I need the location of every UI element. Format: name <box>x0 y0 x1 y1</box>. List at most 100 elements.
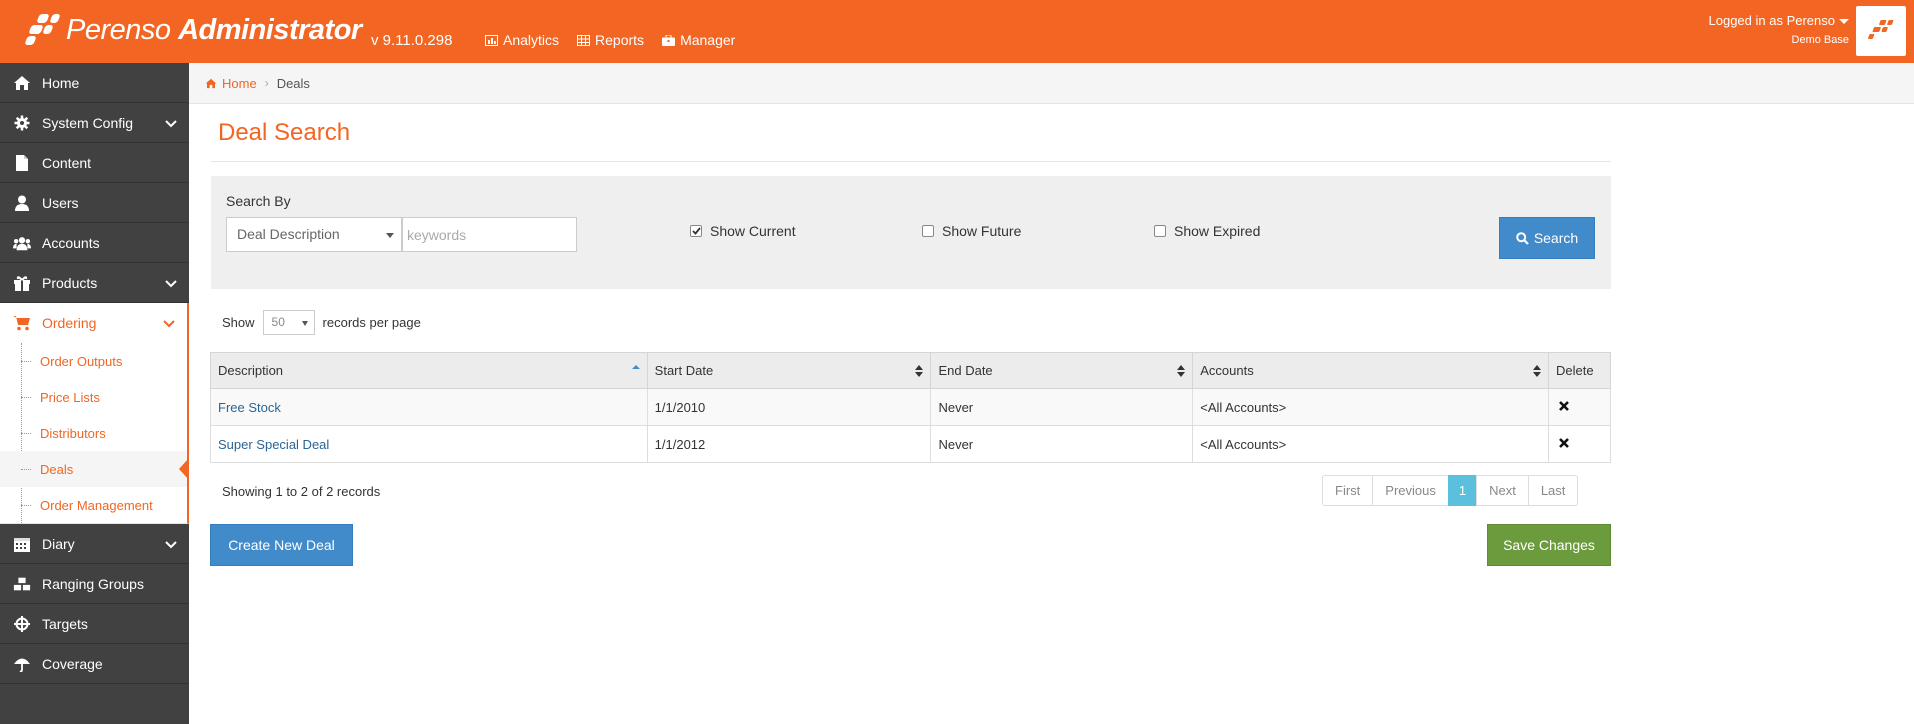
create-new-deal-button[interactable]: Create New Deal <box>210 524 353 566</box>
sidebar-item-label: Products <box>42 274 98 291</box>
header-label: End Date <box>938 363 993 378</box>
checkbox-box[interactable] <box>1154 225 1166 237</box>
column-header-accounts[interactable]: Accounts <box>1192 352 1549 389</box>
show-future-label: Show Future <box>942 223 1022 239</box>
records-per-page-value: 50 <box>271 315 285 329</box>
breadcrumb-home-label: Home <box>222 75 257 91</box>
sidebar-item-system-config[interactable]: System Config <box>0 103 189 143</box>
save-changes-button[interactable]: Save Changes <box>1487 524 1611 566</box>
breadcrumb-home[interactable]: Home <box>205 76 257 91</box>
deal-link[interactable]: Super Special Deal <box>218 437 329 452</box>
briefcase-icon <box>662 34 676 46</box>
checkbox-box[interactable] <box>922 225 934 237</box>
column-header-start-date[interactable]: Start Date <box>646 352 932 389</box>
show-current-checkbox[interactable]: Show Current <box>690 223 796 239</box>
header-label: Start Date <box>654 363 714 378</box>
sidebar-item-label: Ranging Groups <box>42 575 144 592</box>
pager-page-1[interactable]: 1 <box>1447 475 1478 506</box>
show-future-checkbox[interactable]: Show Future <box>922 223 1021 239</box>
sidebar-item-ordering[interactable]: Ordering <box>0 303 189 343</box>
column-header-end-date[interactable]: End Date <box>930 352 1194 389</box>
version-label: v 9.11.0.298 <box>371 32 453 49</box>
pager-previous[interactable]: Previous <box>1372 475 1449 506</box>
search-button-label: Search <box>1533 230 1579 246</box>
pagination: First Previous 1 Next Last <box>1322 475 1579 506</box>
table-header-row: Description Start Date End Date Accounts… <box>210 352 1612 389</box>
subitem-label: Distributors <box>40 425 106 441</box>
sidebar-item-content[interactable]: Content <box>0 143 189 183</box>
sidebar-item-users[interactable]: Users <box>0 183 189 223</box>
page-title: Deal Search <box>218 119 351 146</box>
show-expired-checkbox[interactable]: Show Expired <box>1154 223 1260 239</box>
caret-down-icon <box>386 233 394 238</box>
nav-analytics-label: Analytics <box>503 32 560 48</box>
show-expired-label: Show Expired <box>1174 223 1261 239</box>
gift-icon <box>14 276 30 291</box>
sidebar-item-home[interactable]: Home <box>0 63 189 103</box>
sidebar-item-label: Targets <box>42 615 88 632</box>
sidebar-item-label: Home <box>42 74 80 91</box>
table-row: Free Stock 1/1/2010 Never <All Accounts> <box>210 388 1612 426</box>
cell-start-date: 1/1/2010 <box>646 388 932 426</box>
column-header-description[interactable]: Description <box>210 352 648 389</box>
chart-icon <box>485 34 498 46</box>
delete-icon[interactable] <box>1558 437 1570 449</box>
brand-name: Perenso <box>66 13 171 46</box>
breadcrumb-separator-icon: › <box>264 76 269 90</box>
crosshairs-icon <box>14 616 30 632</box>
sidebar-subitem-order-management[interactable]: Order Management <box>0 487 187 523</box>
cell-delete <box>1547 388 1612 426</box>
sidebar-item-coverage[interactable]: Coverage <box>0 644 189 684</box>
sidebar-subitem-deals[interactable]: Deals <box>0 451 189 487</box>
sidebar-item-targets[interactable]: Targets <box>0 604 189 644</box>
keywords-input[interactable] <box>402 217 577 252</box>
cell-start-date: 1/1/2012 <box>646 425 932 463</box>
check-icon <box>691 227 701 235</box>
perenso-logo-icon <box>24 12 64 48</box>
subitem-label: Deals <box>40 461 74 477</box>
nav-reports[interactable]: Reports <box>577 32 644 48</box>
sort-icon <box>915 365 924 377</box>
pager-next[interactable]: Next <box>1476 475 1529 506</box>
chevron-down-icon <box>165 280 177 288</box>
top-nav: Analytics Reports Manager <box>485 32 735 48</box>
sidebar-item-ranging-groups[interactable]: Ranging Groups <box>0 564 189 604</box>
gear-icon <box>14 115 30 131</box>
pager-last[interactable]: Last <box>1527 475 1579 506</box>
sidebar-subitem-order-outputs[interactable]: Order Outputs <box>0 343 187 379</box>
deal-link[interactable]: Free Stock <box>218 400 281 415</box>
sidebar-item-label: Accounts <box>42 234 100 251</box>
delete-icon[interactable] <box>1558 400 1570 412</box>
sidebar-subitem-price-lists[interactable]: Price Lists <box>0 379 187 415</box>
pager-first[interactable]: First <box>1322 475 1374 506</box>
file-icon <box>16 155 28 171</box>
sidebar-item-diary[interactable]: Diary <box>0 524 189 564</box>
sidebar-item-accounts[interactable]: Accounts <box>0 223 189 263</box>
nav-manager[interactable]: Manager <box>662 32 735 48</box>
umbrella-icon <box>14 658 30 672</box>
sidebar-item-label: System Config <box>42 114 134 131</box>
nav-analytics[interactable]: Analytics <box>485 32 559 48</box>
sidebar-item-products[interactable]: Products <box>0 263 189 303</box>
brand-suffix: Administrator <box>178 13 362 46</box>
sidebar-subitem-distributors[interactable]: Distributors <box>0 415 187 451</box>
cell-end-date: Never <box>930 425 1194 463</box>
checkbox-box[interactable] <box>690 225 702 237</box>
search-button[interactable]: Search <box>1499 217 1595 259</box>
records-per-page-select[interactable]: 50 <box>262 310 315 335</box>
records-per-page-label: records per page <box>322 315 421 330</box>
home-icon <box>205 78 217 88</box>
search-panel: Search By Deal Description Show Current … <box>211 176 1611 289</box>
nav-reports-label: Reports <box>595 32 645 48</box>
cell-description: Super Special Deal <box>210 425 648 463</box>
sidebar-item-label: Users <box>42 194 79 211</box>
user-menu[interactable]: Logged in as Perenso Demo Base <box>1709 13 1849 46</box>
search-field-select[interactable]: Deal Description <box>226 217 402 252</box>
calendar-icon <box>14 538 30 552</box>
sort-icon <box>1177 365 1186 377</box>
cell-end-date: Never <box>930 388 1194 426</box>
avatar[interactable] <box>1856 6 1906 56</box>
search-field-value: Deal Description <box>237 226 340 242</box>
logo[interactable]: Perenso Administrator <box>24 12 362 48</box>
column-header-delete: Delete <box>1547 352 1612 389</box>
